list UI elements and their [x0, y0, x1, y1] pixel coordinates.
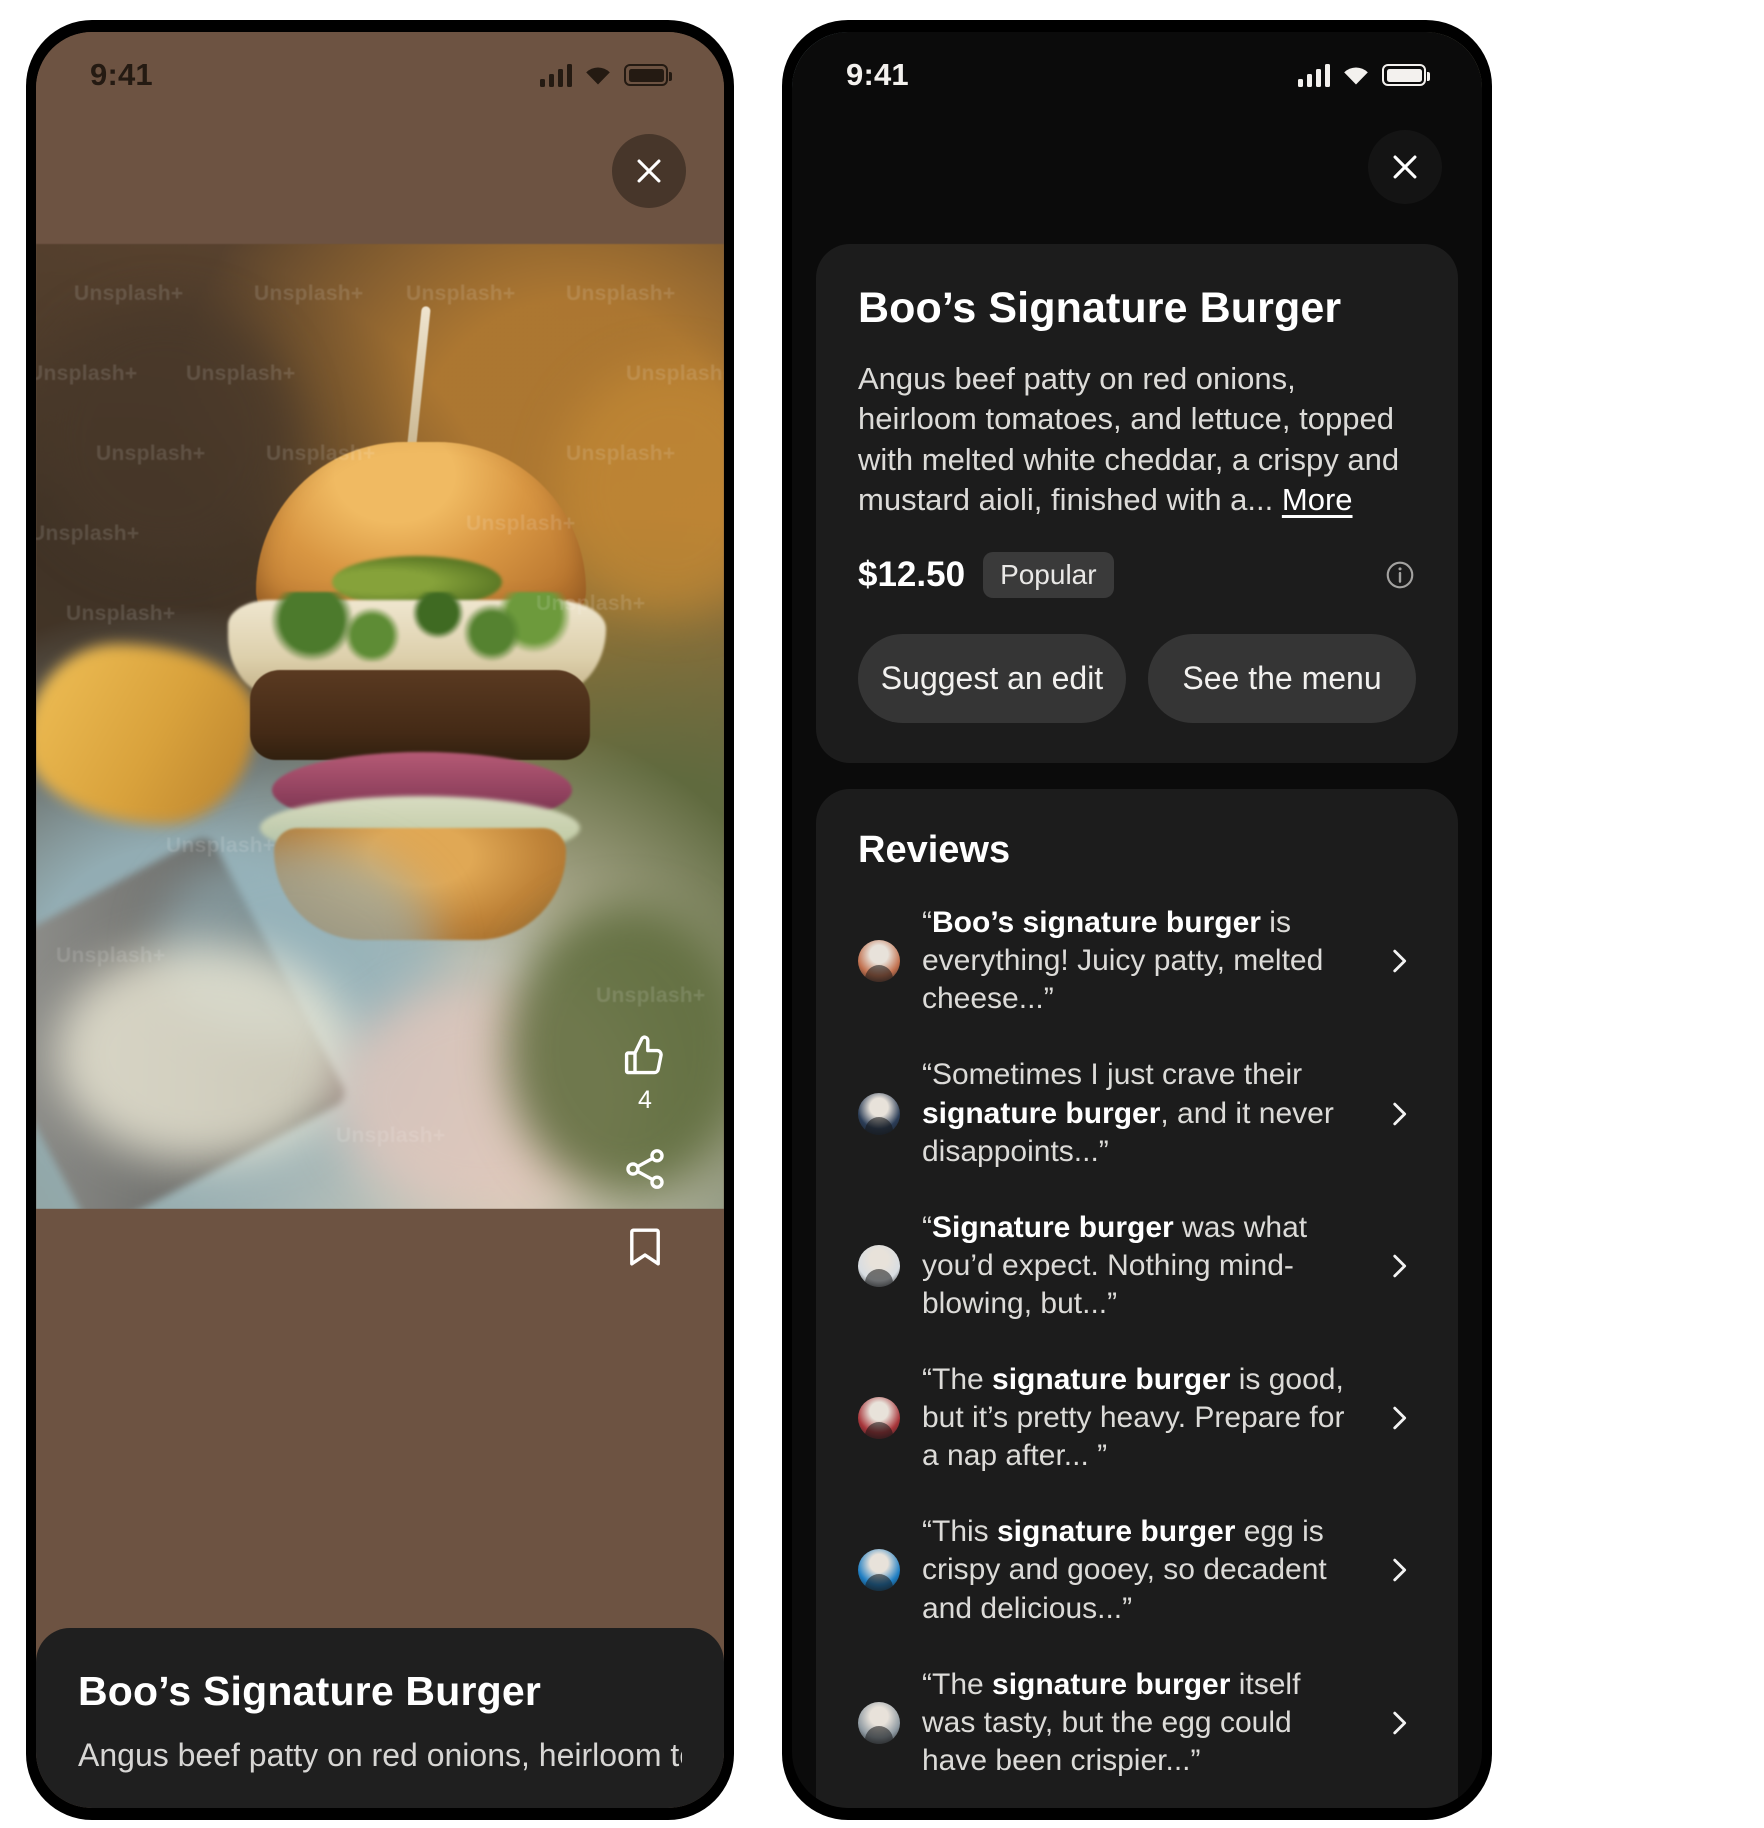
- review-snippet: “This signature burger egg is crispy and…: [922, 1515, 1327, 1625]
- status-bar-time: 9:41: [846, 57, 909, 92]
- review-row[interactable]: “This signature burger egg is crispy and…: [858, 1493, 1416, 1645]
- close-button[interactable]: [1368, 130, 1442, 204]
- dish-info-card: Boo’s Signature Burger Angus beef patty …: [816, 244, 1458, 764]
- dish-detail-scroll: Boo’s Signature Burger Angus beef patty …: [792, 32, 1482, 1808]
- avatar: [858, 1701, 900, 1744]
- reviews-card: Reviews “Boo’s signature burger is every…: [816, 789, 1458, 1808]
- dish-title: Boo’s Signature Burger: [858, 284, 1342, 332]
- battery-icon: [624, 64, 672, 86]
- watermark: Unsplash+: [566, 282, 676, 305]
- close-icon: [637, 159, 661, 183]
- photo-action-rail: 4: [602, 1032, 688, 1271]
- status-badge: Popular: [983, 552, 1114, 599]
- avatar: [858, 1397, 900, 1440]
- watermark: Unsplash+: [74, 282, 184, 305]
- chevron-right-icon: [1382, 1249, 1416, 1283]
- chevron-right-icon: [1382, 1553, 1416, 1587]
- page-title: Boo’s Signature Burger: [78, 1668, 542, 1714]
- review-snippet: “Boo’s signature burger is everything! J…: [922, 906, 1324, 1016]
- review-row[interactable]: “Signature burger was what you’d expect.…: [858, 1189, 1416, 1341]
- like-button[interactable]: 4: [621, 1032, 669, 1115]
- dish-price: $12.50: [858, 555, 966, 595]
- chevron-right-icon: [1382, 1097, 1416, 1131]
- left-screen: Unsplash+ Unsplash+ Unsplash+ Unsplash+ …: [36, 32, 724, 1808]
- avatar: [858, 1549, 900, 1592]
- watermark: Unsplash+: [406, 282, 516, 305]
- photo-viewer: Unsplash+ Unsplash+ Unsplash+ Unsplash+ …: [36, 32, 724, 1808]
- dish-bottom-sheet: Boo’s Signature Burger Angus beef patty …: [36, 1628, 724, 1808]
- review-snippet: “Signature burger was what you’d expect.…: [922, 1210, 1308, 1320]
- info-circle-icon[interactable]: [1384, 559, 1416, 591]
- phone-left: Unsplash+ Unsplash+ Unsplash+ Unsplash+ …: [26, 20, 734, 1820]
- review-row[interactable]: “Boo’s signature burger is everything! J…: [858, 884, 1416, 1036]
- avatar: [858, 1092, 900, 1135]
- cellular-signal-icon: [539, 63, 572, 87]
- close-icon: [1393, 155, 1417, 179]
- save-button[interactable]: [621, 1223, 669, 1271]
- review-row[interactable]: “The signature burger is good, but it’s …: [858, 1341, 1416, 1493]
- suggest-an-edit-button[interactable]: Suggest an edit: [858, 634, 1126, 724]
- watermark: Unsplash+: [254, 282, 364, 305]
- screenshot-stage: Unsplash+ Unsplash+ Unsplash+ Unsplash+ …: [0, 0, 1764, 1828]
- review-row[interactable]: “Sometimes I just crave their signature …: [858, 1036, 1416, 1188]
- dish-actions: Suggest an edit See the menu: [858, 634, 1416, 724]
- reviews-heading: Reviews: [858, 829, 1011, 872]
- wifi-icon: [1341, 64, 1371, 86]
- dish-description: Angus beef patty on red onions, heirloom…: [858, 359, 1416, 520]
- bookmark-icon: [630, 1228, 660, 1266]
- status-bar-left: 9:41: [36, 32, 724, 118]
- share-button[interactable]: [621, 1145, 669, 1193]
- review-snippet: “The signature burger is good, but it’s …: [922, 1363, 1345, 1473]
- review-snippet: “Sometimes I just crave their signature …: [922, 1058, 1334, 1168]
- right-screen: Boo’s Signature Burger Angus beef patty …: [792, 32, 1482, 1808]
- share-icon: [626, 1149, 664, 1189]
- review-snippet: “The signature burger itself was tasty, …: [922, 1667, 1301, 1777]
- watermark: Unsplash+: [66, 602, 176, 625]
- price-row: $12.50 Popular: [858, 552, 1416, 599]
- cellular-signal-icon: [1297, 63, 1330, 87]
- thumbs-up-icon: [624, 1035, 663, 1075]
- chevron-right-icon: [1382, 944, 1416, 978]
- like-count: 4: [638, 1086, 652, 1114]
- close-button[interactable]: [612, 134, 686, 208]
- status-bar-time: 9:41: [90, 57, 153, 92]
- see-the-menu-button[interactable]: See the menu: [1148, 634, 1416, 724]
- dish-description-preview: Angus beef patty on red onions, heirloom…: [78, 1737, 682, 1773]
- chevron-right-icon: [1382, 1401, 1416, 1435]
- battery-icon: [1382, 64, 1430, 86]
- status-bar-right: 9:41: [792, 32, 1482, 118]
- more-link[interactable]: More: [1282, 482, 1353, 517]
- chevron-right-icon: [1382, 1706, 1416, 1740]
- reviews-list: “Boo’s signature burger is everything! J…: [858, 884, 1416, 1798]
- avatar: [858, 940, 900, 983]
- avatar: [858, 1244, 900, 1287]
- phone-right: Boo’s Signature Burger Angus beef patty …: [782, 20, 1492, 1820]
- wifi-icon: [583, 64, 613, 86]
- review-row[interactable]: “The signature burger itself was tasty, …: [858, 1646, 1416, 1798]
